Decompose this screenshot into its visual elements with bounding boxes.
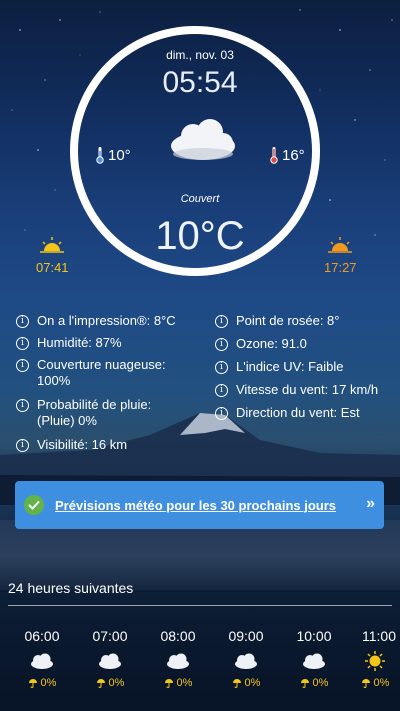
info-icon: i [215,315,228,328]
hour-item[interactable]: 06:00 0% [12,628,72,689]
temp-min: 10° [96,146,131,164]
forecast-30-days-label: Prévisions météo pour les 30 prochains j… [55,497,337,513]
sunset-time: 17:27 [324,260,357,275]
hour-item[interactable]: 10:00 0% [284,628,344,689]
umbrella-icon [232,679,241,688]
hour-item[interactable]: 07:00 0% [80,628,140,689]
info-icon: i [215,361,228,374]
detail-dew-point: i Point de rosée: 8° [215,313,395,336]
umbrella-icon [28,679,37,688]
hour-item[interactable]: 08:00 0% [148,628,208,689]
umbrella-icon [300,679,309,688]
check-icon [24,495,44,515]
cloud-icon [171,119,235,160]
sunset: 17:27 [324,236,357,275]
detail-wind-direction: i Direction du vent: Est [215,405,395,428]
detail-uv-index: i L'indice UV: Faible [215,359,395,382]
sun-icon [365,651,385,671]
info-icon: i [16,439,29,452]
divider [8,605,392,606]
detail-rain-probability: i Probabilité de pluie: (Pluie) 0% [16,397,206,437]
hour-item[interactable]: 09:00 0% [216,628,276,689]
detail-feels-like: i On a l'impression®: 8°C [16,313,206,335]
umbrella-icon [96,679,105,688]
info-icon: i [16,399,29,412]
info-icon: i [215,338,228,351]
thermometer-hot-icon [270,147,278,164]
temp-max: 16° [270,146,305,164]
detail-cloud-cover: i Couverture nuageuse: 100% [16,357,206,397]
info-icon: i [215,407,228,420]
detail-visibility: i Visibilité: 16 km [16,437,206,459]
cloud-icon [167,653,189,669]
sunrise-icon [40,237,65,253]
umbrella-icon [361,679,370,688]
hourly-forecast-list[interactable]: 06:00 0% 07:00 0% 08:00 0% 09:00 0% 10:0… [0,628,400,708]
umbrella-icon [164,679,173,688]
detail-wind-speed: i Vitesse du vent: 17 km/h [215,382,395,405]
clock-time: 05:54 [162,66,238,99]
hour-item[interactable]: 11:00 0% [350,628,400,689]
info-icon: i [16,315,29,328]
cloud-icon [99,653,121,669]
temp-max-value: 16° [282,146,305,164]
sunset-icon [328,237,353,253]
detail-humidity: i Humidité: 87% [16,335,206,357]
forecast-30-days-button[interactable]: Prévisions météo pour les 30 prochains j… [15,481,384,529]
date-label: dim., nov. 03 [166,48,234,62]
thermometer-cold-icon [96,147,104,164]
hourly-section-title: 24 heures suivantes [8,580,134,596]
details-left: i On a l'impression®: 8°C i Humidité: 87… [16,313,206,459]
condition-label: Couvert [180,193,220,205]
details-right: i Point de rosée: 8° i Ozone: 91.0 i L'i… [215,313,395,428]
info-icon: i [16,359,29,372]
info-icon: i [16,337,29,350]
double-chevron-right-icon: » [366,495,375,512]
cloud-icon [235,653,257,669]
temp-min-value: 10° [108,146,131,164]
sunrise: 07:41 [36,236,69,275]
sunrise-time: 07:41 [36,260,69,275]
cloud-icon [31,653,53,669]
cloud-icon [303,653,325,669]
info-icon: i [215,384,228,397]
detail-ozone: i Ozone: 91.0 [215,336,395,359]
